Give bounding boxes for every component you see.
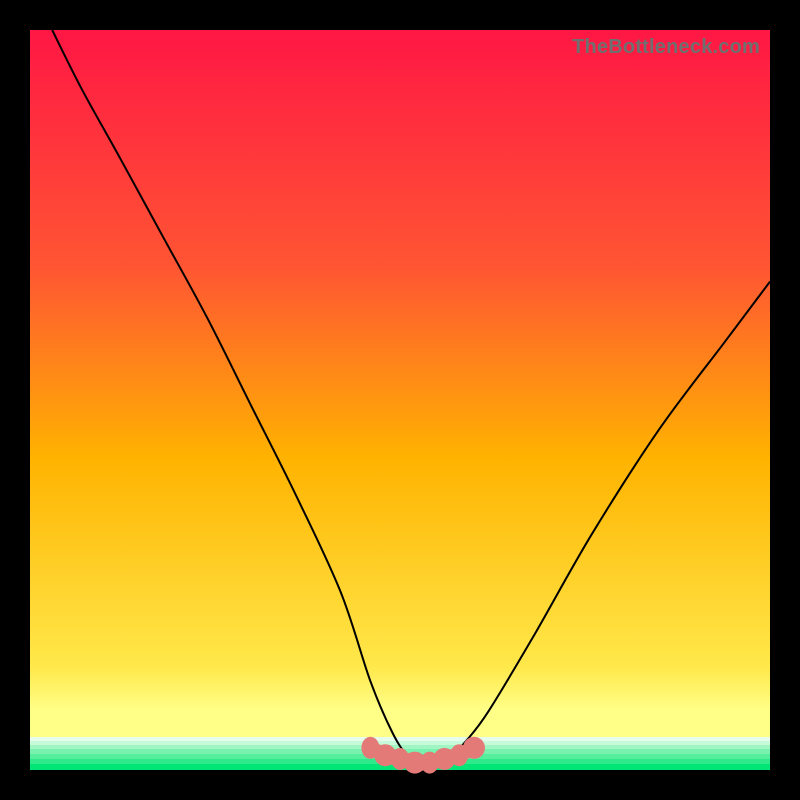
bottleneck-curve [52,30,770,764]
trough-marker [463,737,485,759]
chart-frame: TheBottleneck.com [0,0,800,800]
trough-markers [361,737,485,774]
curve-overlay [30,30,770,770]
plot-area: TheBottleneck.com [30,30,770,770]
